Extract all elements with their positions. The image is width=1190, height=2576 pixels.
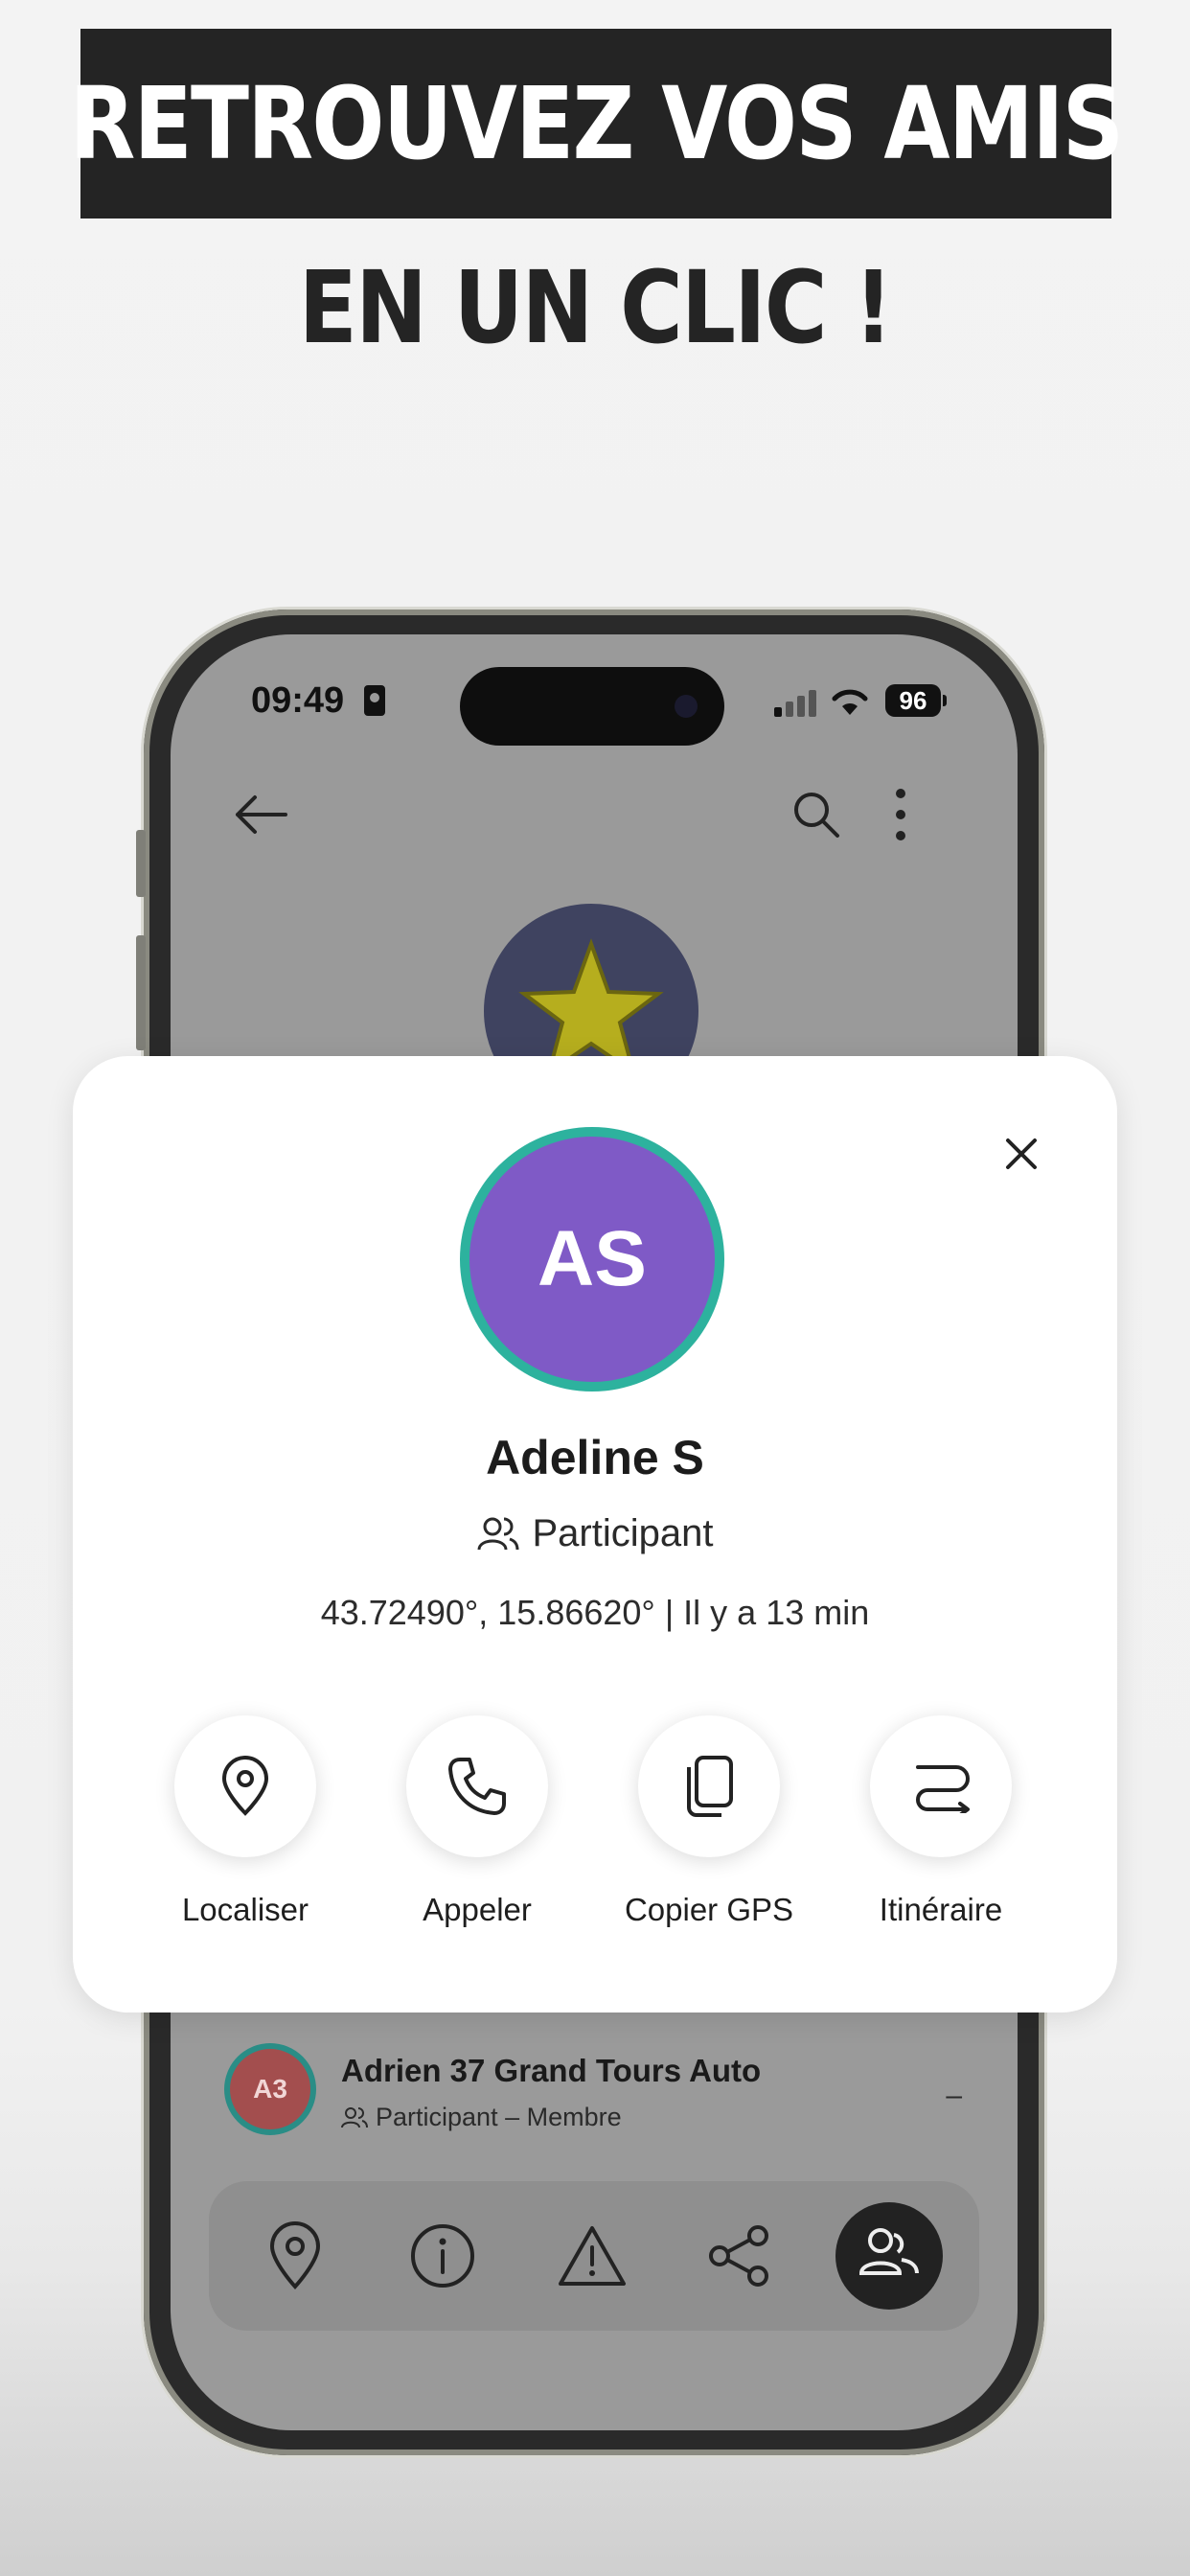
localiser-button[interactable]: Localiser xyxy=(149,1715,341,1928)
nav-map-pin-icon[interactable] xyxy=(241,2202,349,2310)
users-icon xyxy=(341,2106,368,2128)
cellular-signal-icon xyxy=(774,688,818,717)
more-options-icon[interactable] xyxy=(893,788,908,846)
action-circle[interactable] xyxy=(638,1715,780,1857)
back-arrow-icon[interactable] xyxy=(232,794,289,840)
phone-action-button xyxy=(136,830,146,897)
member-role: Participant xyxy=(73,1512,1117,1555)
member-role-label: Participant xyxy=(532,1512,714,1554)
gps-coordinates: 43.72490°, 15.86620° | Il y a 13 min xyxy=(320,1593,870,1632)
status-time: 09:49 xyxy=(251,680,345,721)
headline-line-1: RETROUVEZ VOS AMIS xyxy=(69,65,1125,182)
appeler-button[interactable]: Appeler xyxy=(381,1715,573,1928)
map-pin-icon xyxy=(221,1756,269,1816)
member-role: Participant – Membre xyxy=(341,2103,622,2132)
headline-banner: RETROUVEZ VOS AMIS xyxy=(70,29,1124,218)
nav-members-icon[interactable] xyxy=(835,2202,943,2310)
action-circle[interactable] xyxy=(870,1715,1012,1857)
action-circle[interactable] xyxy=(406,1715,548,1857)
search-icon[interactable] xyxy=(791,790,841,844)
member-detail-sheet: AS Adeline S Participant 43.72490°, 15.8… xyxy=(73,1056,1117,2012)
member-name: Adeline S xyxy=(486,1431,704,1484)
member-name: Adrien 37 Grand Tours Auto xyxy=(341,2053,762,2088)
action-label: Appeler xyxy=(423,1892,532,1927)
member-role-label: Participant – Membre xyxy=(376,2103,622,2131)
route-icon xyxy=(916,1765,970,1813)
close-icon[interactable] xyxy=(993,1125,1050,1183)
nav-warning-icon[interactable] xyxy=(538,2202,646,2310)
phone-volume-up xyxy=(136,935,146,1050)
member-avatar: AS xyxy=(460,1127,724,1392)
battery-indicator: 96 xyxy=(885,684,947,717)
nav-info-icon[interactable] xyxy=(389,2202,496,2310)
action-circle[interactable] xyxy=(174,1715,316,1857)
nav-share-icon[interactable] xyxy=(686,2202,793,2310)
dynamic-island xyxy=(460,667,724,746)
users-icon xyxy=(477,1517,518,1550)
copy-icon xyxy=(687,1756,733,1817)
bottom-navigation xyxy=(209,2181,979,2331)
phone-icon xyxy=(448,1758,506,1815)
member-avatar: A3 xyxy=(224,2043,316,2135)
action-label: Itinéraire xyxy=(879,1892,1003,1927)
contact-status-icon xyxy=(364,685,385,716)
avatar-initials: AS xyxy=(469,1137,715,1382)
action-label: Localiser xyxy=(181,1892,309,1927)
copier-gps-button[interactable]: Copier GPS xyxy=(613,1715,805,1928)
member-status: – xyxy=(946,2080,962,2111)
itineraire-button[interactable]: Itinéraire xyxy=(845,1715,1037,1928)
headline-line-2: EN UN CLIC ! xyxy=(298,249,893,366)
front-camera xyxy=(675,695,698,718)
list-item[interactable]: A3 Adrien 37 Grand Tours Auto Participan… xyxy=(171,2036,1018,2160)
wifi-icon xyxy=(830,684,870,722)
action-label: Copier GPS xyxy=(624,1892,794,1927)
